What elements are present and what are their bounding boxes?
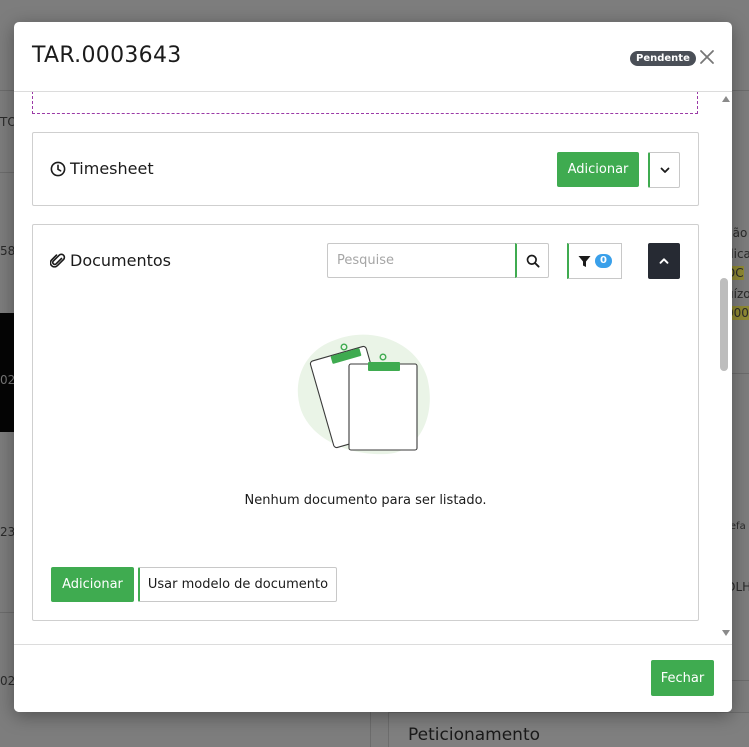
modal-body: Timesheet Adicionar Documentos Pesquise … — [14, 92, 732, 644]
modal-scrollbar[interactable] — [718, 92, 732, 644]
documents-add-button[interactable]: Adicionar — [51, 567, 134, 602]
bg-text-fragment: 58 — [0, 244, 16, 258]
paperclip-icon — [50, 253, 66, 268]
modal-title: TAR.0003643 — [32, 43, 182, 68]
documents-title-label: Documentos — [70, 251, 172, 270]
bg-text-fragment: 02 — [0, 674, 16, 688]
scroll-down-arrow[interactable] — [722, 630, 730, 636]
status-badge: Pendente — [630, 51, 696, 66]
documents-title: Documentos — [50, 251, 171, 270]
modal-footer: Fechar — [14, 644, 732, 712]
filter-icon — [578, 255, 591, 267]
use-document-template-button[interactable]: Usar modelo de documento — [138, 567, 337, 602]
bg-text-fragment: 02 — [0, 373, 16, 387]
scroll-thumb[interactable] — [720, 278, 728, 371]
timesheet-title: Timesheet — [50, 159, 154, 178]
scroll-up-arrow[interactable] — [722, 96, 730, 102]
bg-peticionamento-section: Peticionamento — [388, 712, 749, 747]
empty-state-message: Nenhum documento para ser listado. — [244, 493, 487, 508]
close-icon — [700, 50, 714, 64]
timesheet-expand-button[interactable] — [648, 152, 680, 188]
chevron-down-icon — [660, 167, 669, 173]
timesheet-add-button[interactable]: Adicionar — [557, 152, 639, 187]
documents-search-button[interactable] — [515, 243, 549, 278]
bg-dark-row: 02 — [0, 313, 16, 432]
timesheet-card: Timesheet Adicionar — [32, 132, 699, 206]
modal-header: TAR.0003643 Pendente — [14, 22, 732, 92]
documents-card: Documentos 0 — [32, 224, 699, 621]
bg-section-title: Peticionamento — [408, 725, 541, 745]
documents-filter-button[interactable]: 0 — [567, 243, 622, 279]
close-modal-button[interactable]: Fechar — [651, 660, 714, 696]
close-button[interactable] — [698, 48, 716, 66]
task-modal: TAR.0003643 Pendente Timesheet Adicionar — [14, 22, 732, 712]
clock-icon — [50, 161, 66, 176]
previous-section-remnant — [32, 92, 698, 114]
empty-clipboard-illustration — [297, 334, 430, 455]
timesheet-title-label: Timesheet — [70, 159, 154, 178]
documents-search-input[interactable] — [327, 243, 516, 278]
documents-collapse-button[interactable] — [648, 243, 680, 279]
chevron-up-icon — [659, 258, 669, 264]
filter-count-badge: 0 — [595, 254, 612, 268]
bg-text-fragment: 23 — [0, 525, 16, 539]
search-icon — [526, 254, 540, 268]
